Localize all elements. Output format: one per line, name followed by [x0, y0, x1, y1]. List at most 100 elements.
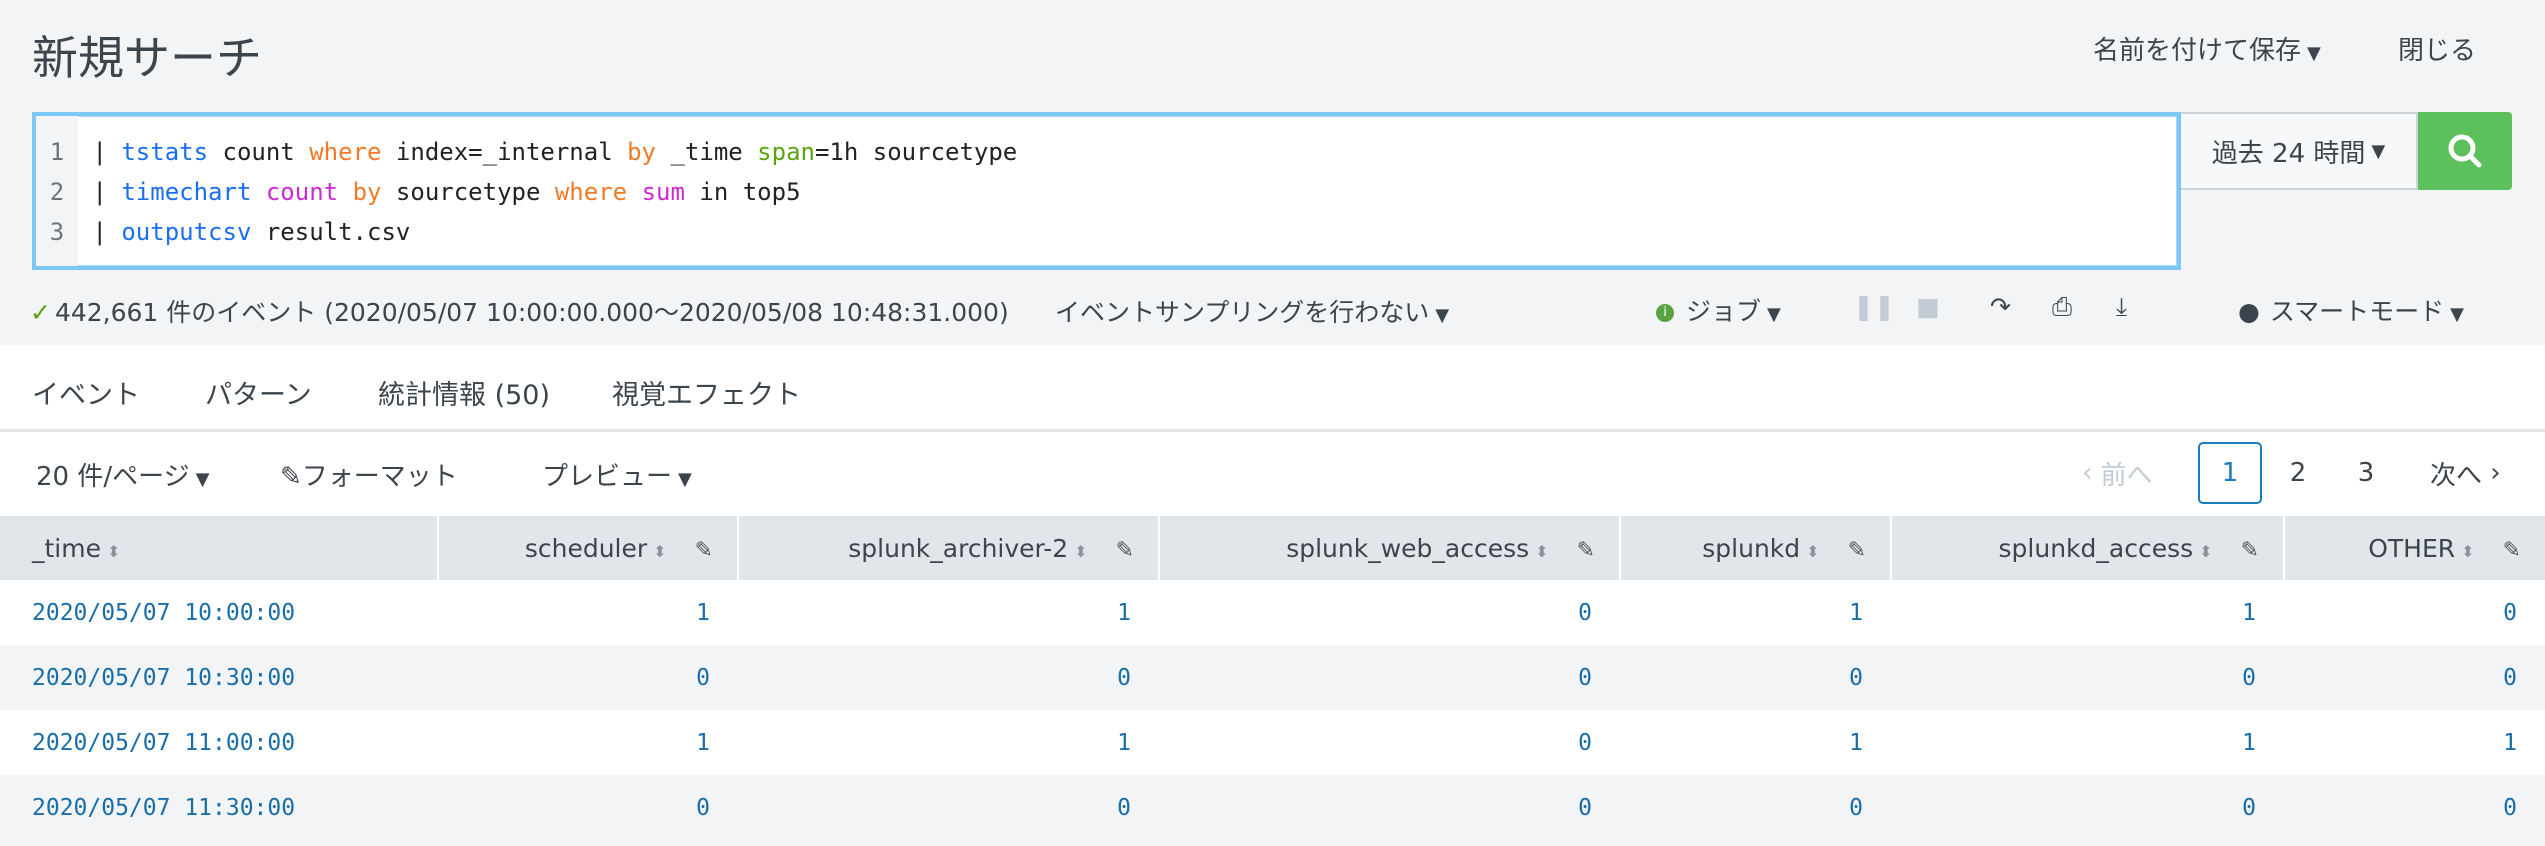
query-token: result.csv: [251, 218, 411, 246]
count-cell[interactable]: 0: [738, 645, 1159, 710]
query-token: where: [554, 178, 628, 206]
format-column-icon[interactable]: ✎: [2503, 538, 2521, 563]
per-page-label: 20 件/ページ: [36, 462, 190, 492]
search-button[interactable]: [2418, 112, 2512, 190]
format-column-icon[interactable]: ✎: [1848, 538, 1866, 563]
search-mode-label: スマートモード: [2269, 297, 2445, 326]
count-cell[interactable]: 0: [1891, 775, 2284, 840]
count-cell[interactable]: 0: [1620, 645, 1891, 710]
sort-icon[interactable]: ⬍: [107, 542, 120, 561]
count-cell[interactable]: 0: [1159, 645, 1620, 710]
count-cell[interactable]: 1: [2284, 710, 2545, 775]
sort-icon[interactable]: ⬍: [1806, 542, 1819, 561]
line-number: 2: [49, 178, 65, 206]
query-token: =1h sourcetype: [814, 138, 1018, 166]
time-cell[interactable]: 2020/05/07 10:00:00: [0, 580, 438, 645]
lightbulb-icon: ●: [2238, 297, 2260, 326]
save-as-button[interactable]: 名前を付けて保存 ▼: [2093, 30, 2321, 67]
search-query-editor[interactable]: 1 | tstats count where index=_internal b…: [32, 112, 2181, 270]
pause-icon[interactable]: ❚❚: [1853, 292, 1895, 321]
print-icon[interactable]: ⎙: [2052, 292, 2072, 322]
chevron-down-icon: ▼: [1767, 304, 1781, 325]
count-cell[interactable]: 1: [1891, 710, 2284, 775]
count-cell[interactable]: 1: [438, 580, 738, 645]
count-cell[interactable]: 1: [738, 710, 1159, 775]
search-mode-dropdown[interactable]: ● スマートモード ▼: [2238, 292, 2464, 328]
per-page-dropdown[interactable]: 20 件/ページ ▼: [36, 456, 209, 493]
count-cell[interactable]: 0: [2284, 775, 2545, 840]
query-token: span: [757, 138, 815, 166]
time-cell[interactable]: 2020/05/07 11:30:00: [0, 775, 438, 840]
count-cell[interactable]: 0: [1891, 645, 2284, 710]
tab-visualization[interactable]: 視覚エフェクト: [612, 373, 801, 412]
column-header[interactable]: _time ⬍: [0, 516, 438, 580]
stop-icon[interactable]: ■: [1916, 292, 1940, 321]
format-column-icon[interactable]: ✎: [695, 538, 713, 563]
page-title: 新規サーチ: [32, 31, 262, 85]
chevron-down-icon: ▼: [1435, 305, 1450, 326]
format-column-icon[interactable]: ✎: [2241, 538, 2259, 563]
count-cell[interactable]: 0: [1159, 580, 1620, 645]
query-line: 3 | outputcsv result.csv: [36, 218, 411, 246]
sort-icon[interactable]: ⬍: [1535, 542, 1548, 561]
time-range-label: 過去 24 時間: [2211, 138, 2366, 169]
count-cell[interactable]: 0: [2284, 645, 2545, 710]
sort-icon[interactable]: ⬍: [2199, 542, 2212, 561]
format-column-icon[interactable]: ✎: [1116, 538, 1134, 563]
column-header[interactable]: splunk_web_access ⬍ ✎: [1158, 516, 1620, 580]
column-header[interactable]: OTHER ⬍ ✎: [2283, 516, 2545, 580]
info-icon: i: [1656, 304, 1674, 322]
column-header[interactable]: splunkd_access ⬍ ✎: [1890, 516, 2284, 580]
count-cell[interactable]: 0: [438, 645, 738, 710]
chevron-right-icon: ›: [2482, 458, 2501, 488]
tab-events[interactable]: イベント: [32, 373, 140, 412]
format-button[interactable]: ✎フォーマット: [280, 456, 458, 493]
preview-label: プレビュー: [542, 462, 673, 492]
chevron-down-icon: ▼: [2371, 140, 2386, 162]
table-row: 2020/05/07 11:00:00 1 1 0 1 1 1: [0, 710, 2545, 775]
query-token: sourcetype: [381, 178, 555, 206]
count-cell[interactable]: 1: [438, 710, 738, 775]
download-icon[interactable]: ⤓: [2116, 292, 2127, 322]
tab-patterns[interactable]: パターン: [205, 373, 312, 412]
count-cell[interactable]: 0: [738, 775, 1159, 840]
save-as-label: 名前を付けて保存: [2093, 36, 2302, 66]
page-2-button[interactable]: 2: [2280, 442, 2316, 504]
table-row: 2020/05/07 11:30:00 0 0 0 0 0 0: [0, 775, 2545, 840]
time-cell[interactable]: 2020/05/07 10:30:00: [0, 645, 438, 710]
count-cell[interactable]: 0: [2284, 580, 2545, 645]
column-header[interactable]: scheduler ⬍ ✎: [437, 516, 738, 580]
results-tabs: イベント パターン 統計情報 (50) 視覚エフェクト: [0, 345, 2545, 438]
next-page-button[interactable]: 次へ ›: [2430, 442, 2501, 504]
time-range-picker[interactable]: 過去 24 時間 ▼: [2181, 112, 2418, 190]
time-cell[interactable]: 2020/05/07 11:00:00: [0, 710, 438, 775]
job-menu[interactable]: i ジョブ ▼: [1656, 292, 1781, 328]
column-header[interactable]: splunkd ⬍ ✎: [1619, 516, 1891, 580]
count-cell[interactable]: 1: [1891, 580, 2284, 645]
count-cell[interactable]: 0: [1620, 775, 1891, 840]
event-count-text: 442,661 件のイベント (2020/05/07 10:00:00.000〜…: [54, 298, 1009, 327]
count-cell[interactable]: 0: [438, 775, 738, 840]
format-column-icon[interactable]: ✎: [1577, 538, 1595, 563]
preview-dropdown[interactable]: プレビュー ▼: [542, 456, 692, 493]
page-3-button[interactable]: 3: [2348, 442, 2384, 504]
sampling-dropdown[interactable]: イベントサンプリングを行わない ▼: [1055, 293, 1449, 329]
column-label: scheduler: [524, 533, 648, 563]
sort-icon[interactable]: ⬍: [653, 542, 666, 561]
count-cell[interactable]: 1: [1620, 710, 1891, 775]
query-token: |: [92, 178, 122, 206]
query-token: by: [352, 178, 382, 206]
share-icon[interactable]: ↷: [1990, 292, 2011, 321]
count-cell[interactable]: 0: [1159, 775, 1620, 840]
sort-icon[interactable]: ⬍: [1074, 542, 1087, 561]
count-cell[interactable]: 1: [738, 580, 1159, 645]
tab-statistics[interactable]: 統計情報 (50): [378, 373, 551, 438]
sort-icon[interactable]: ⬍: [2461, 542, 2474, 561]
close-button[interactable]: 閉じる: [2398, 30, 2476, 67]
column-header[interactable]: splunk_archiver-2 ⬍ ✎: [737, 516, 1159, 580]
page-1-button[interactable]: 1: [2198, 442, 2262, 504]
count-cell[interactable]: 1: [1620, 580, 1891, 645]
prev-page-button[interactable]: ‹ 前へ: [2082, 442, 2153, 504]
count-cell[interactable]: 0: [1159, 710, 1620, 775]
query-token: [627, 178, 641, 206]
